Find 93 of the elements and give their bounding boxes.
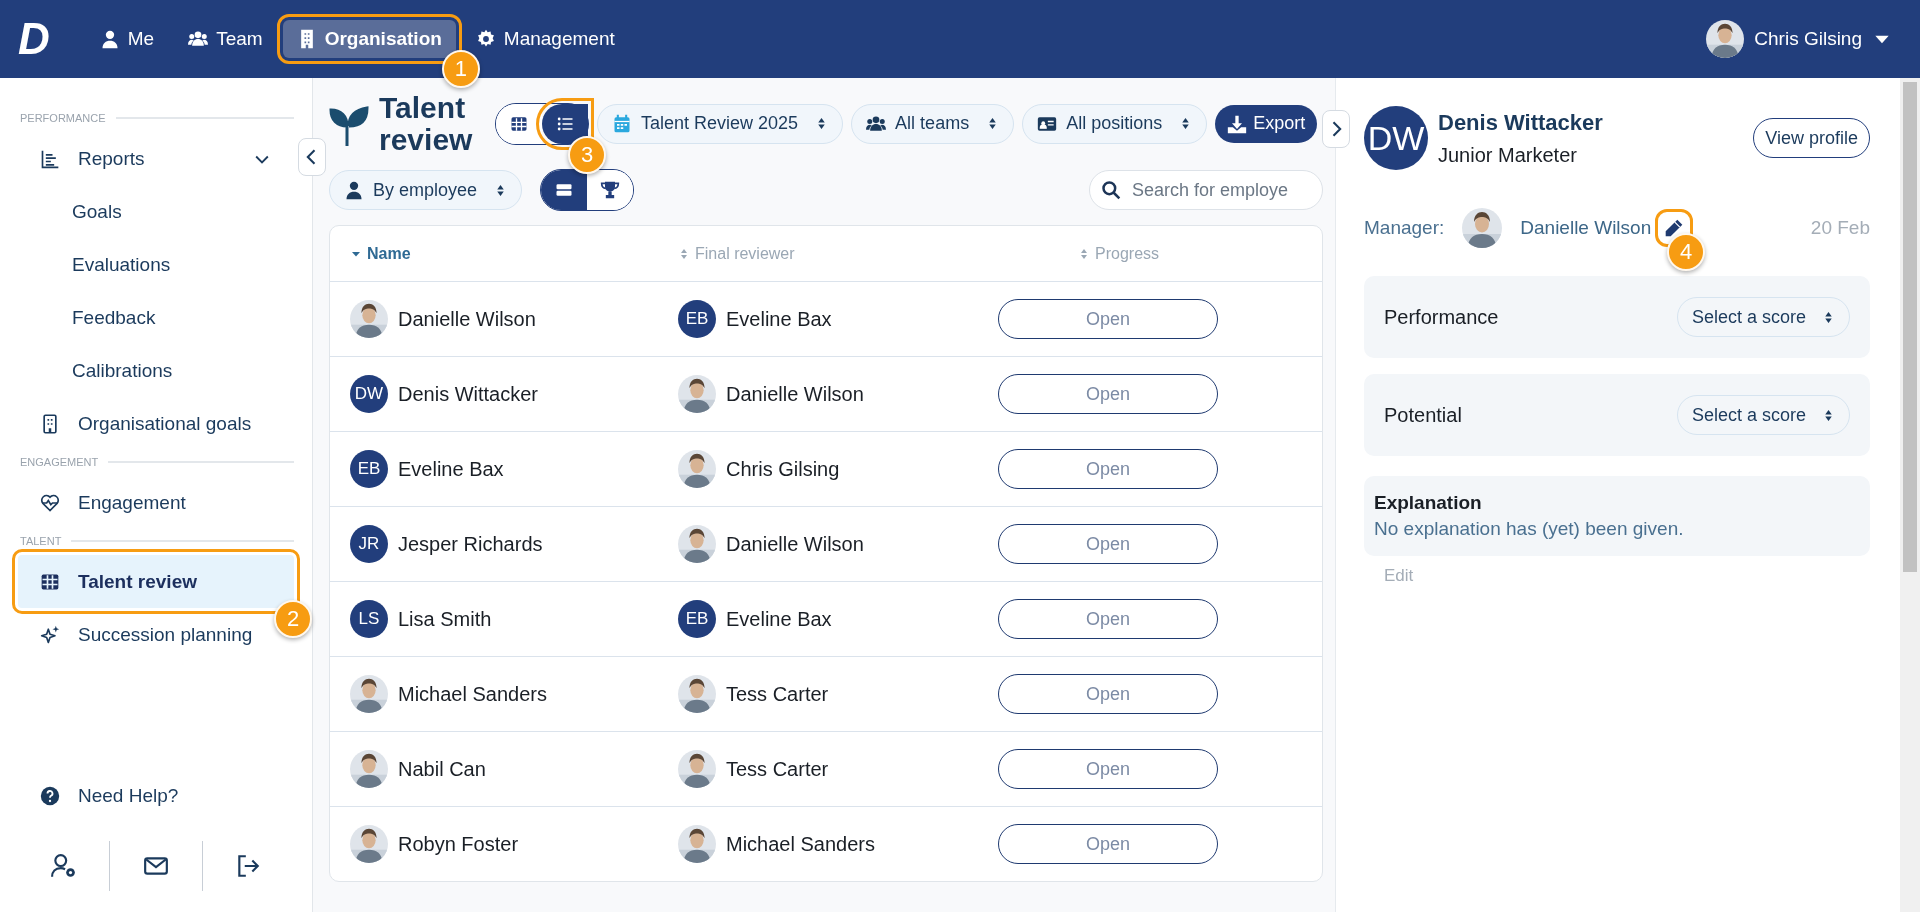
- search-icon: [1101, 180, 1121, 200]
- section-label: PERFORMANCE: [20, 112, 106, 124]
- avatar: JR: [350, 525, 388, 563]
- scrollbar[interactable]: [1900, 78, 1920, 912]
- progress-button[interactable]: Open: [998, 524, 1218, 564]
- reviewer-name: Danielle Wilson: [726, 382, 864, 406]
- group-by-dropdown[interactable]: By employee: [329, 170, 523, 210]
- employee-name: Nabil Can: [398, 757, 486, 781]
- avatar: EB: [678, 300, 716, 338]
- view-profile-button[interactable]: View profile: [1753, 118, 1870, 158]
- score-dropdown[interactable]: Select a score: [1676, 395, 1850, 435]
- user-icon: [344, 180, 364, 200]
- employee-name: Eveline Bax: [398, 457, 504, 481]
- sort-caret-icon: [1078, 247, 1090, 260]
- sidebar-item[interactable]: Reports: [18, 132, 294, 185]
- export-button[interactable]: Export: [1215, 104, 1318, 143]
- building-icon: [40, 413, 60, 434]
- progress-button[interactable]: Open: [998, 599, 1218, 639]
- filter-dropdown[interactable]: Talent Review 2025: [597, 103, 844, 144]
- help-icon: [40, 785, 60, 806]
- logout-icon: [235, 853, 262, 879]
- score-label: Potential: [1384, 403, 1462, 427]
- reviewer-name: Michael Sanders: [726, 832, 875, 856]
- employee-name: Michael Sanders: [398, 682, 547, 706]
- progress-button[interactable]: Open: [998, 299, 1218, 339]
- employee-name: Denis Wittacker: [1438, 109, 1603, 136]
- page-title: Talent review: [379, 92, 474, 155]
- step-badge: 2: [274, 600, 312, 638]
- avatar: EB: [350, 450, 388, 488]
- manager-name: Danielle Wilson: [1520, 217, 1652, 239]
- score-dropdown[interactable]: Select a score: [1676, 297, 1850, 337]
- column-header[interactable]: Name: [350, 244, 411, 263]
- progress-button[interactable]: Open: [998, 374, 1218, 414]
- search-field[interactable]: Search for employe: [1089, 170, 1323, 210]
- section-label: ENGAGEMENT: [20, 456, 99, 468]
- sidebar-item[interactable]: Feedback: [18, 291, 178, 344]
- users-icon: [188, 29, 209, 49]
- score-label: Performance: [1384, 305, 1499, 329]
- reviewer-name: Tess Carter: [726, 757, 829, 781]
- user-settings-icon: [50, 853, 77, 879]
- grid-view-button[interactable]: [496, 103, 542, 144]
- employee-name: Denis Wittacker: [398, 382, 539, 406]
- sort-caret-icon: [678, 247, 690, 260]
- step-badge: 4: [1667, 233, 1706, 271]
- chart-icon: [40, 148, 60, 169]
- reviewer-name: Tess Carter: [726, 682, 829, 706]
- pencil-icon: [1664, 218, 1685, 238]
- employee-name: Robyn Foster: [398, 832, 519, 856]
- filter-dropdown[interactable]: All teams: [851, 103, 1015, 144]
- sidebar-item[interactable]: Calibrations: [18, 344, 195, 397]
- date: 20 Feb: [1810, 217, 1870, 239]
- rows-mode-button[interactable]: [541, 170, 588, 210]
- download-icon: [1227, 113, 1248, 134]
- sidebar-item[interactable]: Evaluations: [18, 238, 193, 291]
- employee-name: Lisa Smith: [398, 607, 492, 631]
- calendar-icon: [612, 113, 632, 134]
- help-link[interactable]: Need Help?: [18, 769, 201, 822]
- logo[interactable]: D: [18, 14, 48, 64]
- sparkles-icon: [40, 624, 60, 645]
- reviewer-name: Eveline Bax: [726, 607, 832, 631]
- avatar: DW: [350, 375, 388, 413]
- avatar: LS: [350, 600, 388, 638]
- progress-button[interactable]: Open: [998, 824, 1218, 864]
- sidebar-item[interactable]: Organisational goals: [18, 397, 274, 450]
- trophy-icon: [600, 180, 621, 200]
- explanation-title: Explanation: [1374, 492, 1483, 514]
- employee-name: Danielle Wilson: [398, 307, 536, 331]
- sidebar-item[interactable]: Goals: [18, 185, 144, 238]
- gear-icon: [475, 29, 496, 49]
- employee-name: Jesper Richards: [398, 532, 543, 556]
- progress-button[interactable]: Open: [998, 749, 1218, 789]
- job-title: Junior Marketer: [1438, 143, 1578, 167]
- nav-tab[interactable]: Team: [174, 20, 277, 58]
- sidebar-item[interactable]: Succession planning: [18, 608, 275, 661]
- avatar: DW: [1364, 106, 1428, 170]
- reviewer-name: Eveline Bax: [726, 307, 832, 331]
- explanation-text: No explanation has (yet) been given.: [1374, 518, 1685, 540]
- progress-button[interactable]: Open: [998, 449, 1218, 489]
- reviewer-name: Danielle Wilson: [726, 532, 864, 556]
- heart-pulse-icon: [40, 492, 60, 513]
- reviewer-name: Chris Gilsing: [726, 457, 840, 481]
- nav-tab[interactable]: Me: [85, 20, 169, 58]
- avatar: EB: [678, 600, 716, 638]
- trophy-mode-button[interactable]: [587, 170, 634, 210]
- step-badge: 1: [441, 50, 480, 88]
- user-menu[interactable]: Chris Gilsing: [1700, 19, 1898, 59]
- sidebar-item[interactable]: Engagement: [18, 476, 208, 529]
- progress-button[interactable]: Open: [998, 674, 1218, 714]
- section-label: TALENT: [20, 535, 62, 547]
- collapse-sidebar-button[interactable]: [298, 138, 326, 176]
- expand-panel-button[interactable]: [1322, 110, 1350, 148]
- manager-label: Manager:: [1364, 217, 1445, 239]
- filter-dropdown[interactable]: All positions: [1022, 103, 1208, 144]
